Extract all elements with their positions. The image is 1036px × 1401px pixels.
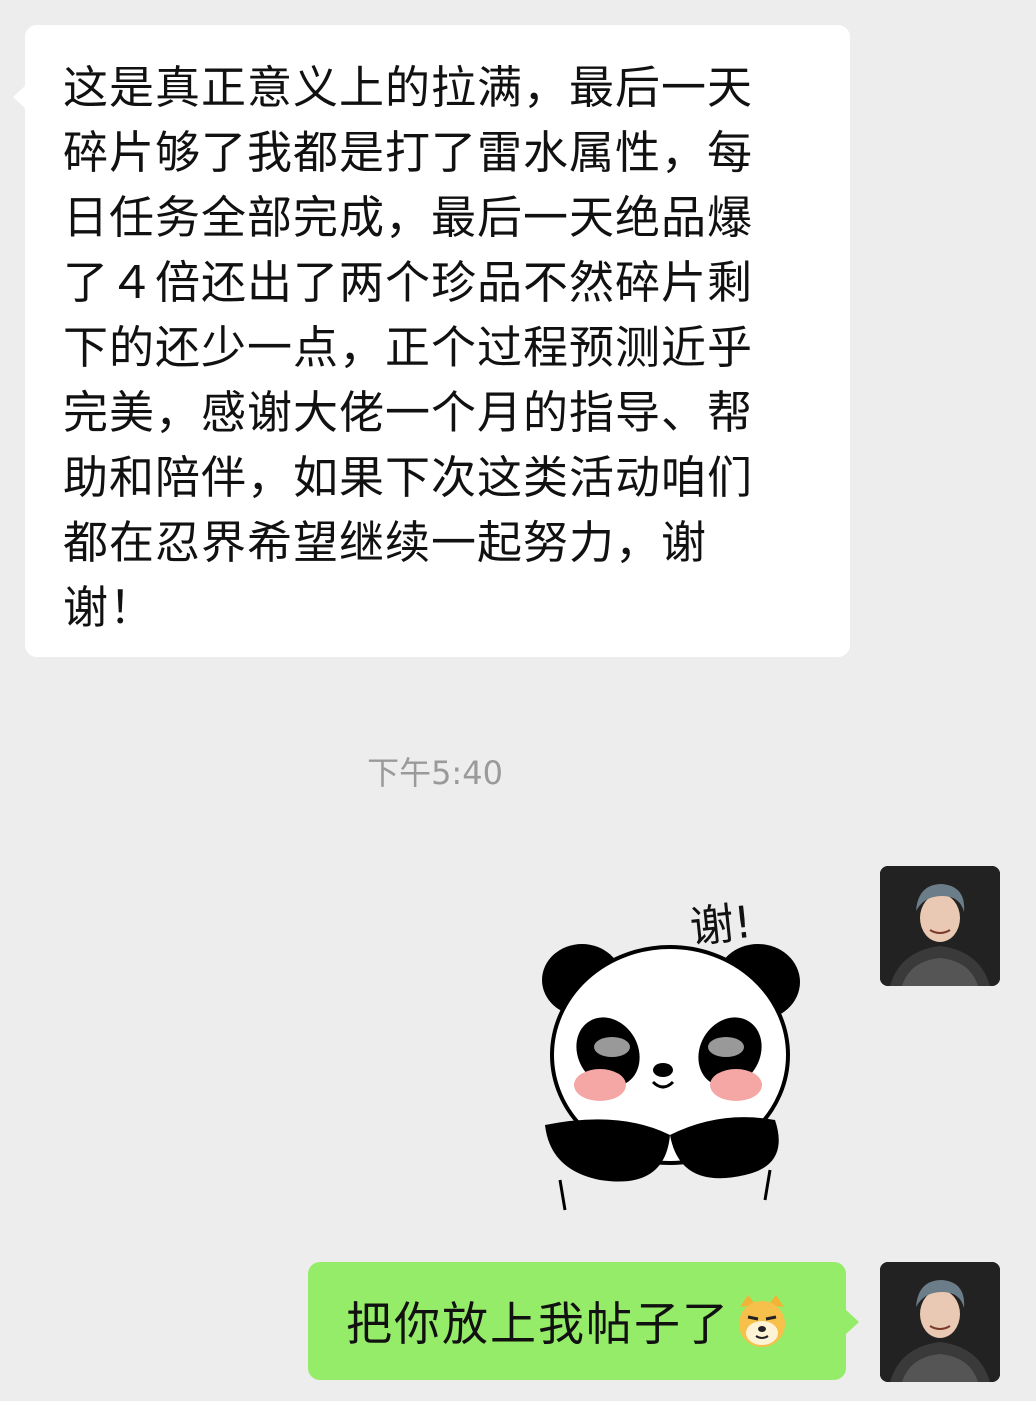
message-timestamp: 下午5:40 bbox=[367, 754, 503, 792]
doge-emoji-icon bbox=[734, 1293, 790, 1349]
sticker-caption: 谢! bbox=[688, 897, 755, 954]
avatar-photo bbox=[880, 866, 1000, 986]
user-avatar[interactable] bbox=[880, 866, 1000, 986]
avatar-photo bbox=[880, 1262, 1000, 1382]
outgoing-message-text: 把你放上我帖子了 bbox=[346, 1297, 730, 1351]
panda-sticker-icon: 谢! bbox=[542, 897, 800, 1211]
panda-sticker[interactable]: 谢! bbox=[520, 870, 820, 1220]
incoming-message-text: 这是真正意义上的拉满，最后一天 碎片够了我都是打了雷水属性，每 日任务全部完成，… bbox=[63, 61, 754, 634]
outgoing-message-bubble[interactable]: 把你放上我帖子了 bbox=[308, 1262, 859, 1380]
user-avatar[interactable] bbox=[880, 1262, 1000, 1382]
incoming-message-bubble[interactable]: 这是真正意义上的拉满，最后一天 碎片够了我都是打了雷水属性，每 日任务全部完成，… bbox=[13, 25, 850, 657]
